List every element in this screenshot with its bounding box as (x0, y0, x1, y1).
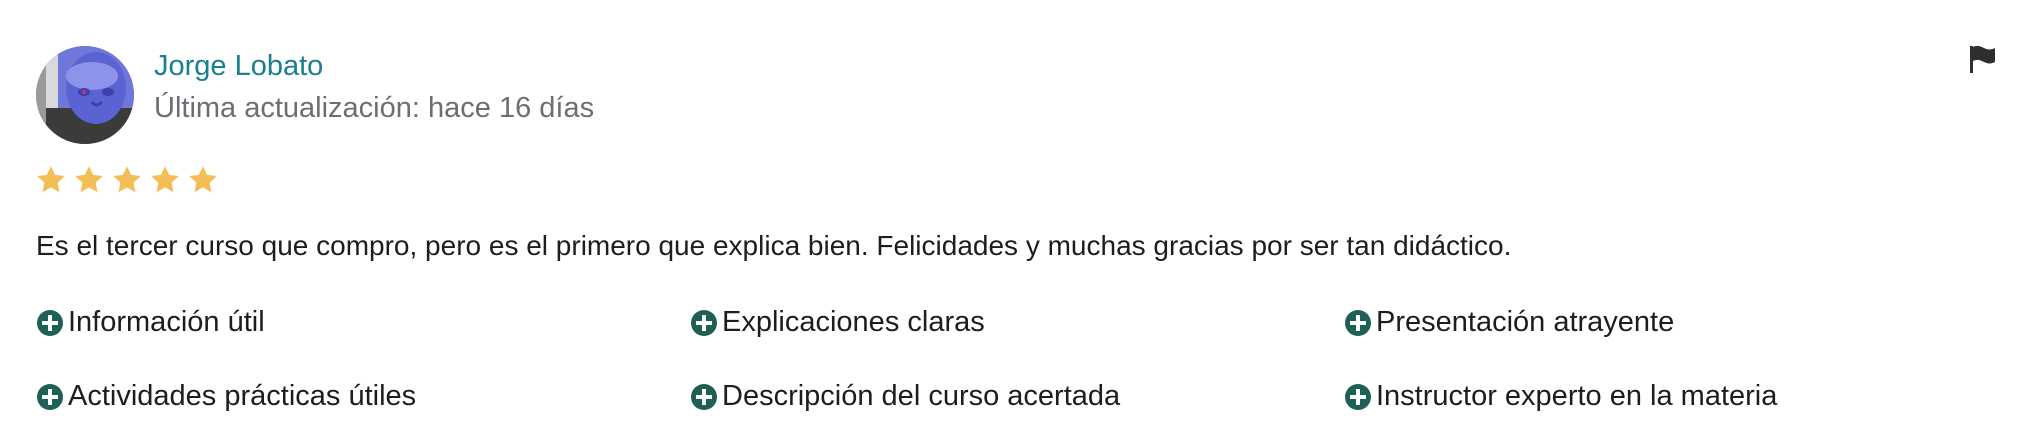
author-name[interactable]: Jorge Lobato (154, 50, 323, 83)
star-icon (37, 166, 65, 193)
star-icon (75, 166, 103, 193)
tag-item: Instructor experto en la materia (1344, 380, 1777, 413)
tag-label: Explicaciones claras (722, 306, 985, 338)
tag-label: Instructor experto en la materia (1376, 380, 1778, 412)
tag-item: Actividades prácticas útiles (36, 380, 416, 413)
tag-item: Presentación atrayente (1344, 306, 1674, 339)
tag-label: Información útil (68, 306, 265, 338)
last-updated-text: Última actualización: hace 16 días (154, 92, 595, 124)
tag-label: Actividades prácticas útiles (68, 380, 417, 412)
plus-circle-icon (1345, 309, 1371, 336)
plus-circle-icon (37, 309, 63, 336)
tag-item: Explicaciones claras (690, 306, 985, 339)
plus-circle-icon (691, 309, 717, 336)
star-rating (34, 163, 220, 197)
plus-circle-icon (37, 383, 63, 410)
tag-item: Descripción del curso acertada (690, 380, 1120, 413)
plus-circle-icon (691, 383, 717, 410)
flag-icon[interactable] (1965, 42, 1999, 76)
review-comment: Es el tercer curso que compro, pero es e… (36, 230, 1512, 261)
review-card: Jorge Lobato Última actualización: hace … (0, 0, 2030, 442)
avatar[interactable] (36, 46, 134, 144)
star-icon (151, 166, 179, 193)
star-icon (189, 166, 217, 193)
star-icon (113, 166, 141, 193)
tag-label: Descripción del curso acertada (722, 380, 1121, 412)
tag-label: Presentación atrayente (1376, 306, 1675, 338)
tag-item: Información útil (36, 306, 265, 339)
plus-circle-icon (1345, 383, 1371, 410)
